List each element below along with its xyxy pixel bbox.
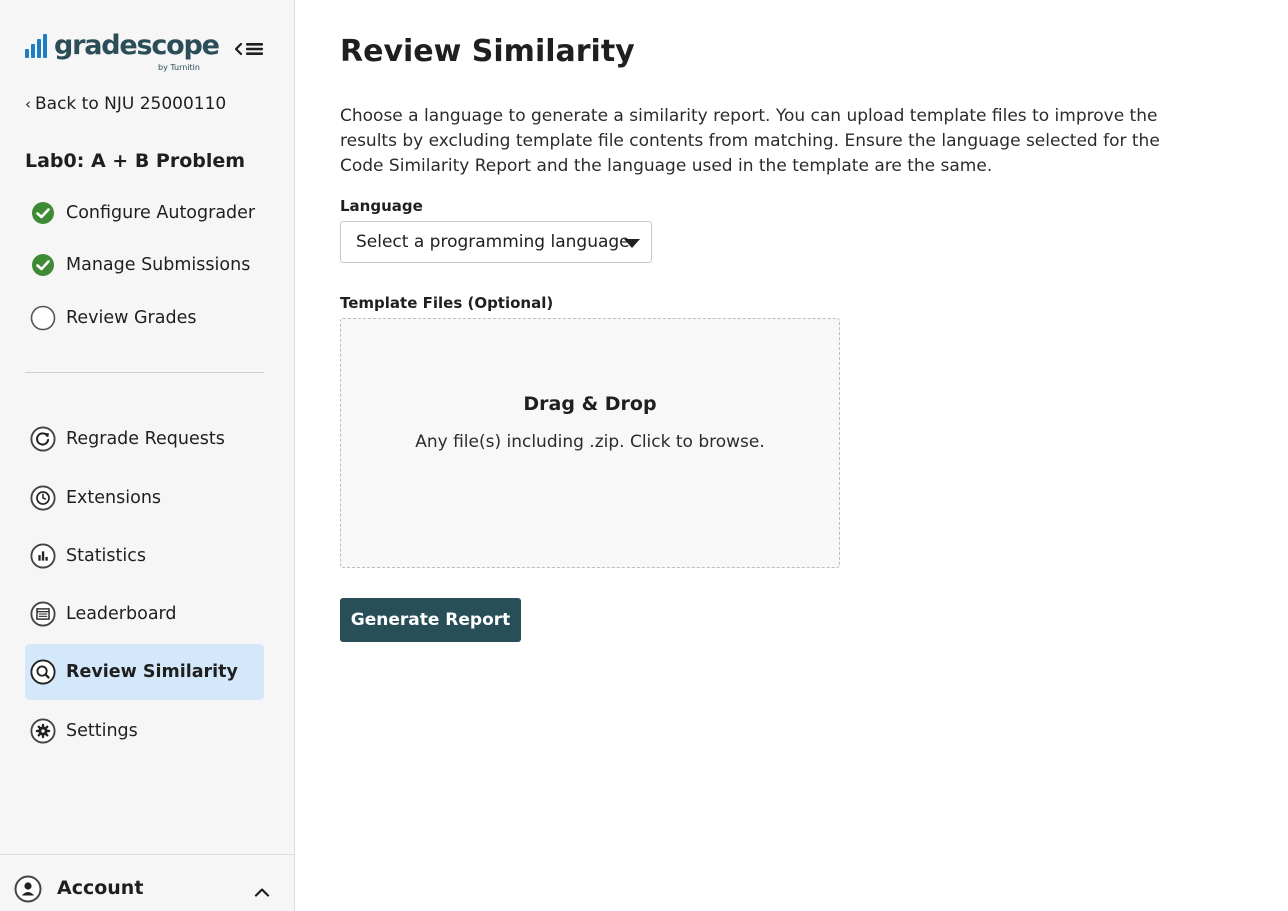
collapse-sidebar-button[interactable]	[233, 36, 267, 62]
sidebar-item-review-grades[interactable]: Review Grades	[25, 290, 264, 346]
sidebar-item-label: Leaderboard	[66, 604, 177, 624]
sidebar-item-label: Review Grades	[66, 308, 197, 328]
logo-wordmark: gradescope	[54, 30, 220, 61]
check-circle-icon	[30, 200, 56, 226]
page-description: Choose a language to generate a similari…	[340, 106, 1160, 176]
check-circle-icon	[30, 252, 56, 278]
sidebar-item-manage-submissions[interactable]: Manage Submissions	[25, 237, 264, 293]
sidebar-item-settings[interactable]: Settings	[25, 703, 264, 759]
dropzone-subtitle: Any file(s) including .zip. Click to bro…	[415, 432, 765, 452]
sidebar-item-review-similarity[interactable]: Review Similarity	[25, 644, 264, 700]
empty-circle-icon	[30, 305, 56, 331]
back-link-label: Back to NJU 25000110	[35, 94, 227, 114]
back-to-course-link[interactable]: ‹ Back to NJU 25000110	[25, 94, 226, 114]
search-icon	[30, 659, 56, 685]
sidebar-item-label: Regrade Requests	[66, 429, 225, 449]
template-file-dropzone[interactable]: Drag & Drop Any file(s) including .zip. …	[340, 318, 840, 568]
user-avatar-icon	[14, 875, 42, 903]
sidebar-item-leaderboard[interactable]: Leaderboard	[25, 586, 264, 642]
account-menu-toggle[interactable]: Account	[0, 854, 294, 911]
sidebar-item-regrade-requests[interactable]: Regrade Requests	[25, 411, 264, 467]
bar-chart-icon	[30, 543, 56, 569]
logo-byline: by Turnitin	[158, 63, 200, 72]
leaderboard-icon	[30, 601, 56, 627]
sidebar-header: gradescope by Turnitin	[25, 30, 270, 76]
generate-report-button[interactable]: Generate Report	[340, 598, 521, 642]
gear-icon	[30, 718, 56, 744]
chevron-up-icon	[254, 883, 270, 897]
page-title: Review Similarity	[340, 34, 635, 69]
language-select[interactable]: Select a programming language	[340, 221, 652, 263]
language-label: Language	[340, 197, 423, 215]
caret-down-icon	[624, 239, 640, 248]
template-files-label: Template Files (Optional)	[340, 294, 554, 312]
sidebar-item-statistics[interactable]: Statistics	[25, 528, 264, 584]
sidebar: gradescope by Turnitin ‹ Back to NJU 2500…	[0, 0, 295, 911]
sidebar-item-label: Extensions	[66, 488, 162, 508]
regrade-icon	[30, 426, 56, 452]
collapse-menu-icon	[234, 42, 263, 56]
dropzone-title: Drag & Drop	[523, 393, 657, 415]
sidebar-item-label: Manage Submissions	[66, 255, 251, 275]
clock-icon	[30, 485, 56, 511]
account-label: Account	[57, 877, 144, 899]
chevron-left-icon: ‹	[25, 95, 31, 113]
sidebar-item-configure-autograder[interactable]: Configure Autograder	[25, 185, 264, 241]
assignment-title: Lab0: A + B Problem	[25, 150, 246, 172]
sidebar-item-label: Review Similarity	[66, 662, 238, 682]
sidebar-item-label: Settings	[66, 721, 138, 741]
language-select-value: Select a programming language	[356, 232, 630, 252]
sidebar-divider	[25, 372, 264, 373]
logo-bars-icon	[25, 34, 49, 58]
sidebar-item-label: Configure Autograder	[66, 203, 256, 223]
sidebar-item-label: Statistics	[66, 546, 146, 566]
sidebar-item-extensions[interactable]: Extensions	[25, 470, 264, 526]
